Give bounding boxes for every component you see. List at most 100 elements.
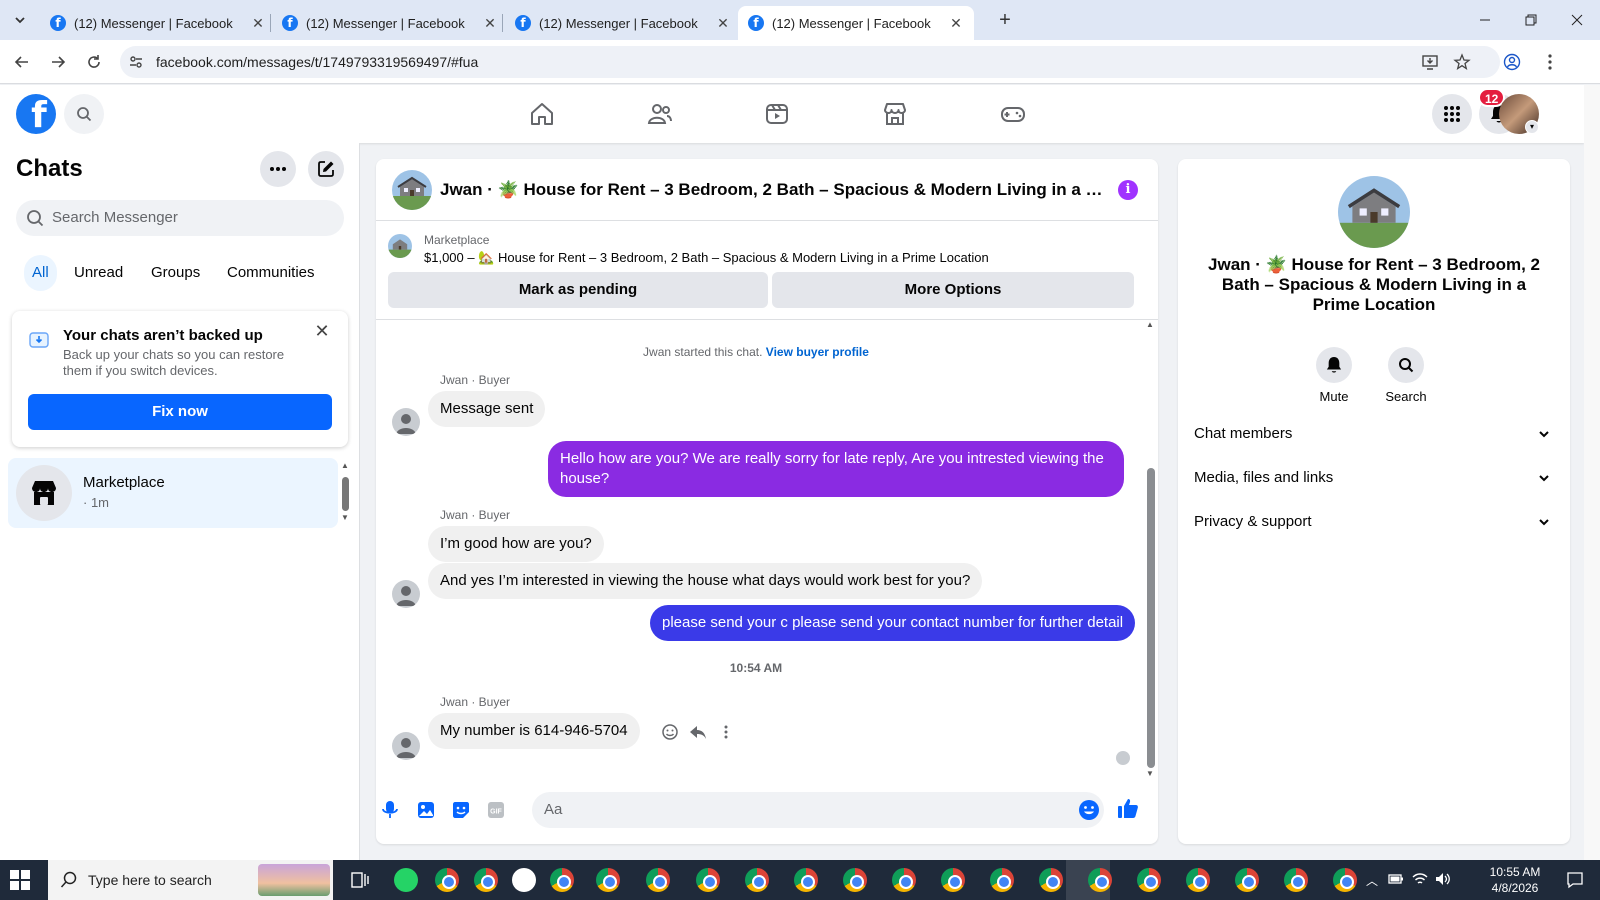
chrome-icon[interactable] — [474, 868, 498, 892]
chrome-icon[interactable] — [435, 868, 459, 892]
marketplace-icon[interactable] — [880, 99, 910, 129]
tab-close-icon[interactable]: ✕ — [482, 15, 498, 31]
reload-icon[interactable] — [82, 50, 106, 74]
search-messenger-input[interactable]: Search Messenger — [16, 200, 344, 236]
gaming-icon[interactable] — [998, 99, 1028, 129]
filter-unread[interactable]: Unread — [62, 255, 135, 291]
browser-tab[interactable]: f (12) Messenger | Facebook ✕ — [272, 6, 508, 40]
tab-close-icon[interactable]: ✕ — [250, 15, 266, 31]
search-in-conversation-button[interactable]: Search — [1376, 347, 1436, 404]
menu-grid-icon[interactable] — [1432, 94, 1472, 134]
taskbar-clock[interactable]: 10:55 AM 4/8/2026 — [1478, 864, 1552, 896]
tab-close-icon[interactable]: ✕ — [715, 15, 731, 31]
profile-icon[interactable] — [1500, 50, 1524, 74]
message-input[interactable]: Aa — [532, 792, 1104, 828]
chrome-icon[interactable] — [1284, 868, 1308, 892]
chrome-icon[interactable] — [550, 868, 574, 892]
emoji-icon[interactable] — [1078, 799, 1100, 821]
browser-tab[interactable]: f (12) Messenger | Facebook ✕ — [40, 6, 276, 40]
notifications-center-icon[interactable] — [1566, 871, 1584, 889]
tab-close-icon[interactable]: ✕ — [948, 15, 964, 31]
thumbs-up-icon[interactable] — [1116, 796, 1140, 820]
friends-icon[interactable] — [645, 99, 675, 129]
volume-icon[interactable] — [1435, 872, 1451, 886]
filter-groups[interactable]: Groups — [139, 255, 212, 291]
view-buyer-profile-link[interactable]: View buyer profile — [766, 345, 869, 359]
wifi-icon[interactable] — [1412, 872, 1428, 886]
chrome-icon[interactable] — [1137, 868, 1161, 892]
install-app-icon[interactable] — [1418, 50, 1442, 74]
gif-icon[interactable]: GIF — [484, 798, 508, 822]
outgoing-message-bubble[interactable]: Hello how are you? We are really sorry f… — [548, 441, 1124, 497]
media-files-links-section[interactable]: Media, files and links — [1194, 456, 1554, 500]
windows-start-icon[interactable] — [10, 870, 30, 890]
chrome-icon[interactable] — [646, 868, 670, 892]
home-icon[interactable] — [527, 99, 557, 129]
filter-all[interactable]: All — [24, 255, 57, 291]
chrome-icon[interactable] — [596, 868, 620, 892]
privacy-support-section[interactable]: Privacy & support — [1194, 500, 1554, 544]
chat-members-section[interactable]: Chat members — [1194, 412, 1554, 456]
more-vertical-icon[interactable] — [716, 722, 736, 742]
close-icon[interactable]: ✕ — [312, 321, 332, 341]
chrome-icon[interactable] — [1235, 868, 1259, 892]
incoming-message-bubble[interactable]: My number is 614-946-5704 — [428, 713, 640, 749]
site-settings-icon[interactable] — [128, 54, 144, 70]
reply-icon[interactable] — [688, 722, 708, 742]
photo-icon[interactable] — [414, 798, 438, 822]
bookmark-star-icon[interactable] — [1450, 50, 1474, 74]
listing-summary[interactable]: $1,000 – 🏡 House for Rent – 3 Bedroom, 2… — [424, 250, 989, 266]
chat-list-item[interactable]: Marketplace · 1m — [8, 458, 338, 528]
outgoing-message-bubble[interactable]: please send your c please send your cont… — [650, 605, 1136, 641]
battery-icon[interactable] — [1388, 873, 1404, 885]
microphone-icon[interactable] — [378, 798, 402, 822]
more-options-button[interactable] — [260, 151, 296, 187]
search-icon[interactable] — [64, 94, 104, 134]
show-hidden-icons-icon[interactable]: ︿ — [1366, 872, 1378, 889]
scroll-down-arrow-icon[interactable]: ▼ — [341, 513, 349, 522]
conversation-title[interactable]: Jwan · 🪴 House for Rent – 3 Bedroom, 2 B… — [440, 180, 1108, 200]
more-options-button[interactable]: More Options — [772, 272, 1134, 308]
facebook-logo[interactable]: f — [16, 94, 56, 134]
buyer-avatar[interactable] — [392, 408, 420, 436]
chrome-icon[interactable] — [1333, 868, 1357, 892]
app-icon[interactable] — [512, 868, 536, 892]
forward-icon[interactable] — [46, 50, 70, 74]
chrome-icon[interactable] — [990, 868, 1014, 892]
chrome-icon[interactable] — [696, 868, 720, 892]
scroll-up-arrow-icon[interactable]: ▲ — [341, 461, 349, 470]
fix-now-button[interactable]: Fix now — [28, 394, 332, 430]
filter-communities[interactable]: Communities — [215, 255, 327, 291]
url-bar[interactable]: facebook.com/messages/t/1749793319569497… — [120, 46, 1500, 78]
taskbar-search-box[interactable]: Type here to search — [48, 860, 333, 900]
message-scrollbar[interactable] — [1147, 468, 1155, 768]
browser-tab[interactable]: f (12) Messenger | Facebook ✕ — [505, 6, 741, 40]
minimize-icon[interactable] — [1462, 0, 1508, 40]
chrome-icon[interactable] — [843, 868, 867, 892]
whatsapp-icon[interactable] — [394, 868, 418, 892]
incoming-message-bubble[interactable]: And yes I’m interested in viewing the ho… — [428, 563, 983, 599]
chrome-icon[interactable] — [745, 868, 769, 892]
incoming-message-bubble[interactable]: Message sent — [428, 391, 546, 427]
tab-search-dropdown-icon[interactable] — [8, 8, 32, 32]
url-text[interactable]: facebook.com/messages/t/1749793319569497… — [156, 54, 478, 70]
task-view-icon[interactable] — [351, 872, 369, 888]
react-emoji-icon[interactable] — [660, 722, 680, 742]
mark-as-pending-button[interactable]: Mark as pending — [388, 272, 768, 308]
new-tab-button[interactable]: + — [993, 9, 1017, 33]
incoming-message-bubble[interactable]: I’m good how are you? — [428, 526, 604, 562]
page-scrollbar[interactable] — [1584, 85, 1600, 860]
browser-menu-icon[interactable] — [1538, 50, 1562, 74]
new-message-button[interactable] — [308, 151, 344, 187]
chrome-icon[interactable] — [1186, 868, 1210, 892]
listing-avatar[interactable] — [392, 170, 432, 210]
mute-button[interactable]: Mute — [1304, 347, 1364, 404]
buyer-avatar[interactable] — [392, 732, 420, 760]
chrome-icon[interactable] — [794, 868, 818, 892]
info-icon[interactable]: i — [1118, 180, 1138, 200]
listing-avatar-large[interactable] — [1338, 176, 1410, 248]
chrome-icon[interactable] — [1088, 868, 1112, 892]
listing-thumbnail[interactable] — [388, 234, 412, 258]
chrome-icon[interactable] — [892, 868, 916, 892]
back-icon[interactable] — [10, 50, 34, 74]
